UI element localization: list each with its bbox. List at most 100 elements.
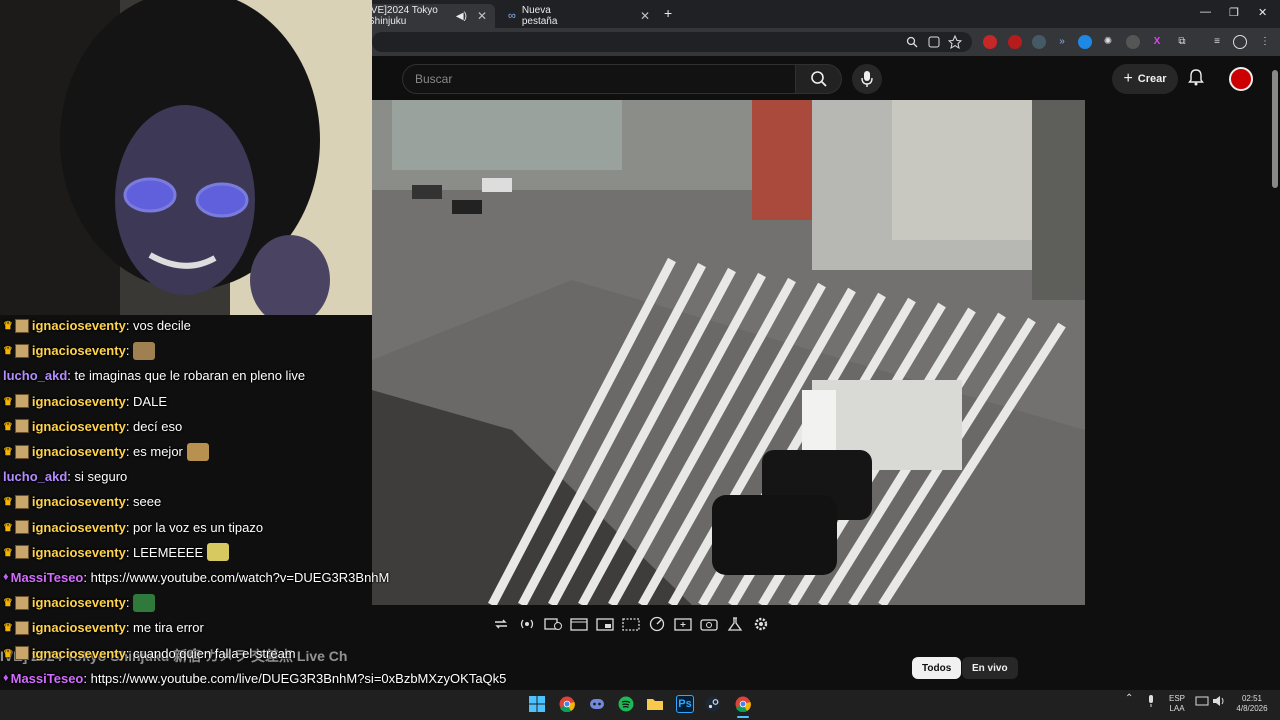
minimize-button[interactable]: —	[1200, 6, 1211, 18]
voice-search-button[interactable]	[852, 64, 882, 94]
steam-icon[interactable]	[704, 695, 722, 713]
crown-badge-icon: ♛	[3, 622, 13, 635]
extension-sun-icon[interactable]: ✺	[1101, 35, 1115, 49]
labs-icon[interactable]	[724, 613, 746, 635]
microphone-tray-icon[interactable]	[1146, 694, 1156, 711]
tray-overflow-icon[interactable]: ⌃	[1125, 694, 1133, 704]
chat-username[interactable]: ignacioseventy	[32, 620, 126, 635]
extension-red-icon[interactable]	[1008, 35, 1022, 49]
plus-icon: +	[1123, 70, 1133, 87]
crown-badge-icon: ♛	[3, 395, 13, 408]
create-label: Crear	[1137, 73, 1167, 85]
chat-username[interactable]: MassiTeseo	[11, 570, 84, 585]
member-badge-icon: ♦	[3, 672, 9, 685]
subscriber-badge-icon	[14, 620, 29, 635]
chat-username[interactable]: ignacioseventy	[32, 520, 126, 535]
extension-blue-icon[interactable]	[1078, 35, 1092, 49]
close-tab-icon[interactable]: ✕	[477, 9, 487, 23]
captions-icon[interactable]	[620, 613, 642, 635]
crown-badge-icon: ♛	[3, 496, 13, 509]
close-window-button[interactable]: ✕	[1258, 6, 1267, 19]
chat-username[interactable]: ignacioseventy	[32, 646, 126, 661]
chat-username[interactable]: ignacioseventy	[32, 494, 126, 509]
bookmark-star-icon[interactable]	[948, 35, 962, 49]
install-app-icon[interactable]	[927, 35, 941, 49]
crown-badge-icon: ♛	[3, 521, 13, 534]
extension-red-icon[interactable]	[983, 35, 997, 49]
network-icon[interactable]	[1195, 694, 1209, 711]
extension-grey-icon[interactable]	[1032, 35, 1046, 49]
extensions-puzzle-icon[interactable]: ⧉	[1175, 35, 1189, 49]
chip-en-vivo[interactable]: En vivo	[962, 657, 1018, 679]
screenshot-icon[interactable]	[698, 613, 720, 635]
chat-username[interactable]: ignacioseventy	[32, 444, 126, 459]
file-explorer-icon[interactable]	[646, 695, 664, 713]
windows-start-icon[interactable]	[528, 695, 546, 713]
discord-icon[interactable]	[588, 695, 606, 713]
webcam-frame	[0, 0, 372, 315]
miniplayer-icon[interactable]	[594, 613, 616, 635]
chip-todos[interactable]: Todos	[912, 657, 962, 679]
theater-icon[interactable]	[568, 613, 590, 635]
screen: IVE]2024 Tokyo Shinjuku ◀) ✕ ∞ Nueva pes…	[0, 0, 1280, 720]
settings-gear-icon[interactable]	[750, 613, 772, 635]
chat-text: : https://www.youtube.com/watch?v=DUEG3R…	[83, 569, 390, 585]
chat-username[interactable]: ignacioseventy	[32, 419, 126, 434]
chat-username[interactable]: ignacioseventy	[32, 595, 126, 610]
tab-new-tab[interactable]: ∞ Nueva pestaña ✕	[500, 4, 658, 28]
spotify-icon[interactable]	[617, 695, 635, 713]
volume-icon[interactable]	[1212, 694, 1226, 711]
chat-username[interactable]: lucho_akd	[3, 469, 67, 484]
tab-title: Nueva pestaña	[521, 5, 558, 27]
chrome-active-icon[interactable]	[734, 695, 752, 713]
chat-username[interactable]: MassiTeseo	[11, 671, 84, 686]
zoom-icon[interactable]	[906, 36, 918, 48]
clock-time: 02:51	[1241, 694, 1263, 703]
search-input[interactable]: Buscar	[402, 64, 796, 94]
profile-icon[interactable]	[1233, 35, 1247, 49]
chat-username[interactable]: ignacioseventy	[32, 394, 126, 409]
create-button[interactable]: + Crear	[1112, 64, 1178, 94]
infinity-icon: ∞	[508, 10, 516, 22]
photoshop-icon[interactable]: Ps	[676, 695, 694, 713]
address-bar[interactable]	[372, 32, 972, 52]
chat-username[interactable]: ignacioseventy	[32, 318, 126, 333]
chat-text: : LEEMEEEE	[125, 544, 204, 560]
account-avatar[interactable]	[1229, 67, 1253, 91]
microphone-icon	[861, 71, 873, 87]
close-tab-icon[interactable]: ✕	[640, 9, 650, 23]
extension-x-icon[interactable]: X	[1150, 35, 1164, 49]
extension-wave-icon[interactable]: »	[1055, 35, 1069, 49]
browser-menu-icon[interactable]: ⋮	[1258, 35, 1272, 49]
crown-badge-icon: ♛	[3, 446, 13, 459]
chat-message: ♛ ignacioseventy: decí eso	[3, 414, 523, 439]
webcam-overlay	[0, 0, 372, 315]
clock[interactable]: 02:51 4/8/2026	[1232, 694, 1272, 714]
chat-username[interactable]: lucho_akd	[3, 368, 67, 383]
chat-text: : cuando quien falla el stream	[125, 645, 296, 661]
speaker-icon[interactable]: ◀)	[456, 11, 467, 22]
new-tab-button[interactable]: +	[664, 5, 672, 21]
chat-username[interactable]: ignacioseventy	[32, 545, 126, 560]
maximize-button[interactable]: ❐	[1229, 6, 1239, 19]
notifications-bell-icon[interactable]	[1188, 68, 1204, 90]
page-scrollbar-thumb[interactable]	[1272, 70, 1278, 188]
chrome-icon[interactable]	[558, 695, 576, 713]
chat-message: lucho_akd: te imaginas que le robaran en…	[3, 363, 523, 388]
crown-badge-icon: ♛	[3, 345, 13, 358]
speed-icon[interactable]	[646, 613, 668, 635]
chat-text: : https://www.youtube.com/live/DUEG3R3Bn…	[83, 670, 507, 686]
media-controls-icon[interactable]: ≡	[1210, 35, 1224, 49]
member-badge-icon: ♦	[3, 571, 9, 584]
crown-badge-icon: ♛	[3, 320, 13, 333]
chat-message: ♛ ignacioseventy:	[3, 338, 523, 363]
watch-later-icon[interactable]	[542, 613, 564, 635]
extension-mask-icon[interactable]	[1126, 35, 1140, 49]
chat-message: ♛ ignacioseventy: LEEMEEEE	[3, 540, 523, 565]
chat-username[interactable]: ignacioseventy	[32, 343, 126, 358]
subscriber-badge-icon	[14, 343, 29, 358]
language-indicator[interactable]: ESP LAA	[1166, 694, 1188, 714]
tab-live-stream[interactable]: IVE]2024 Tokyo Shinjuku ◀) ✕	[360, 4, 495, 28]
clip-icon[interactable]	[672, 613, 694, 635]
search-button[interactable]	[796, 64, 842, 94]
